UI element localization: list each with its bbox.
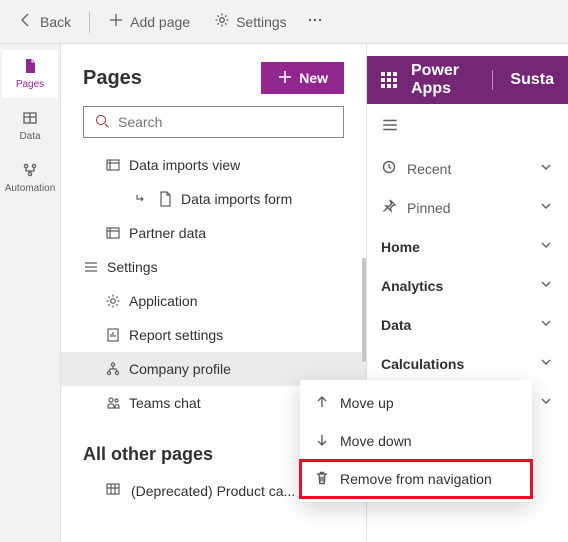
tree-item-application[interactable]: Application (61, 284, 366, 318)
plus-icon (277, 69, 293, 88)
nav-item-pinned[interactable]: Pinned (367, 188, 568, 227)
tree-item-partner-data[interactable]: Partner data (61, 216, 366, 250)
nav-calculations-label: Calculations (381, 356, 464, 372)
teams-icon (105, 395, 121, 411)
chevron-down-icon (538, 276, 554, 295)
gear-icon (214, 12, 230, 31)
menu-move-down-label: Move down (340, 433, 412, 449)
menu-move-down[interactable]: Move down (300, 422, 532, 460)
search-input[interactable] (118, 114, 333, 130)
pin-icon (381, 198, 397, 217)
chevron-down-icon (538, 393, 554, 412)
view-icon (105, 225, 121, 241)
command-bar: Back Add page Settings (0, 0, 568, 44)
add-page-label: Add page (130, 14, 190, 30)
menu-remove-label: Remove from navigation (340, 471, 492, 487)
view-icon (105, 157, 121, 173)
back-label: Back (40, 14, 71, 30)
tree-label: Settings (107, 259, 158, 275)
other-page-label: (Deprecated) Product ca... (131, 483, 295, 499)
menu-move-up-label: Move up (340, 395, 394, 411)
nav-pinned-label: Pinned (407, 200, 451, 216)
chevron-down-icon (538, 354, 554, 373)
settings-label: Settings (236, 14, 287, 30)
chevron-down-icon (538, 237, 554, 256)
nav-item-recent[interactable]: Recent (367, 149, 568, 188)
tree-item-data-imports-form[interactable]: Data imports form (61, 182, 366, 216)
chevron-down-icon (538, 315, 554, 334)
context-menu: Move up Move down Remove from navigation (300, 380, 532, 502)
menu-move-up[interactable]: Move up (300, 384, 532, 422)
form-icon (157, 191, 173, 207)
app-name-label: Susta (510, 71, 554, 89)
clock-icon (381, 159, 397, 178)
back-button[interactable]: Back (8, 6, 81, 38)
new-label: New (299, 70, 328, 86)
brand-label: Power Apps (411, 62, 474, 98)
new-page-button[interactable]: New (261, 62, 344, 94)
chevron-down-icon (538, 198, 554, 217)
tree-label: Partner data (129, 225, 206, 241)
table-icon (22, 110, 38, 129)
gear-icon (105, 293, 121, 309)
pages-title: Pages (83, 67, 142, 90)
rail-data-label: Data (19, 131, 40, 142)
search-box[interactable] (83, 106, 344, 138)
nav-group-analytics[interactable]: Analytics (367, 266, 568, 305)
pages-header: Pages New (61, 44, 366, 106)
nav-recent-label: Recent (407, 161, 451, 177)
plus-icon (108, 12, 124, 31)
tree-label: Teams chat (129, 395, 201, 411)
table-icon (105, 481, 121, 500)
nav-group-home[interactable]: Home (367, 227, 568, 266)
menu-remove-from-navigation[interactable]: Remove from navigation (300, 460, 532, 498)
rail-automation-label: Automation (5, 183, 56, 194)
rail-pages-label: Pages (16, 79, 44, 90)
divider (89, 11, 90, 33)
add-page-button[interactable]: Add page (98, 6, 200, 38)
tree-item-data-imports-view[interactable]: Data imports view (61, 148, 366, 182)
arrow-down-icon (314, 432, 330, 451)
tree-label: Data imports view (129, 157, 240, 173)
chevron-down-icon (538, 159, 554, 178)
subpage-arrow-icon (133, 191, 149, 207)
report-icon (105, 327, 121, 343)
rail-item-data[interactable]: Data (2, 102, 58, 150)
overflow-button[interactable] (301, 6, 329, 38)
search-wrap (61, 106, 366, 148)
org-icon (105, 361, 121, 377)
nav-analytics-label: Analytics (381, 278, 443, 294)
arrow-up-icon (314, 394, 330, 413)
tree-group-settings[interactable]: Settings (61, 250, 366, 284)
suite-header: Power Apps Susta (367, 56, 568, 104)
more-icon (307, 12, 323, 31)
waffle-icon[interactable] (381, 72, 397, 88)
divider (492, 70, 493, 90)
group-icon (83, 259, 99, 275)
flow-icon (22, 162, 38, 181)
tree-label: Application (129, 293, 198, 309)
hamburger-button[interactable] (367, 104, 568, 149)
rail-item-pages[interactable]: Pages (2, 50, 58, 98)
left-rail: Pages Data Automation (0, 44, 60, 542)
nav-home-label: Home (381, 239, 420, 255)
trash-icon (314, 470, 330, 489)
back-arrow-icon (18, 12, 34, 31)
nav-data-label: Data (381, 317, 411, 333)
search-icon (94, 113, 110, 132)
page-icon (22, 58, 38, 77)
tree-item-report-settings[interactable]: Report settings (61, 318, 366, 352)
tree-label: Report settings (129, 327, 223, 343)
tree-label: Data imports form (181, 191, 292, 207)
tree-label: Company profile (129, 361, 231, 377)
rail-item-automation[interactable]: Automation (2, 154, 58, 202)
nav-group-data[interactable]: Data (367, 305, 568, 344)
settings-button[interactable]: Settings (204, 6, 297, 38)
nav-group-calculations[interactable]: Calculations (367, 344, 568, 383)
